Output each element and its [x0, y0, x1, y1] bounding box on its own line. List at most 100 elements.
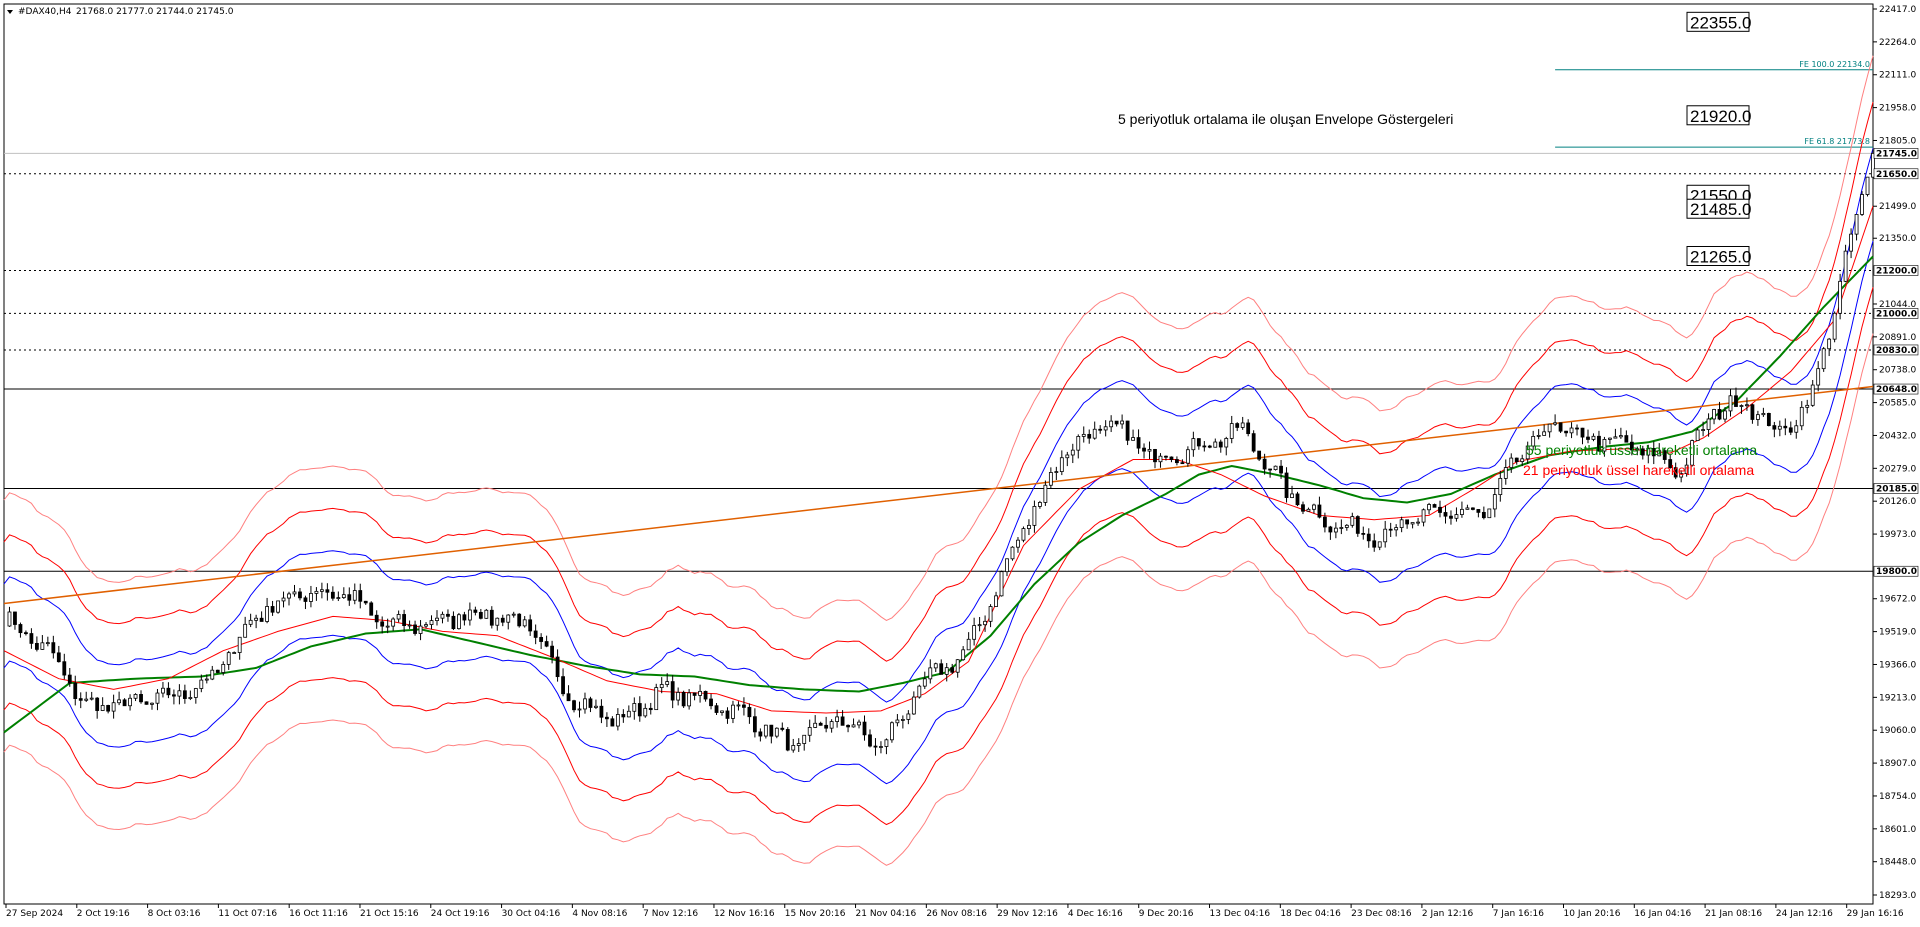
x-tick-label: 8 Oct 03:16 — [148, 909, 201, 919]
x-tick-label: 21 Jan 08:16 — [1705, 909, 1762, 919]
y-tick-label: 20891.0 — [1879, 333, 1916, 343]
candle-body — [435, 617, 439, 621]
candle-body — [1120, 420, 1125, 425]
candle-body — [1421, 509, 1426, 523]
chart-header: #DAX40,H4 21768.0 21777.0 21744.0 21745.… — [7, 7, 234, 17]
symbol-label: #DAX40,H4 — [18, 7, 72, 17]
candle-body — [106, 705, 111, 712]
candle-body — [594, 705, 598, 708]
candle-body — [1536, 434, 1541, 437]
candle-body — [824, 724, 829, 729]
candle-body — [347, 594, 352, 601]
candle-body — [703, 690, 708, 700]
candle-body — [610, 718, 615, 727]
candle-body — [994, 595, 998, 607]
candle-body — [336, 597, 341, 599]
x-tick-label: 16 Jan 04:16 — [1634, 909, 1691, 919]
candle-body — [1092, 428, 1097, 439]
candle-body — [528, 619, 533, 632]
candle-body — [1575, 427, 1579, 430]
price-tag-label: 21650.0 — [1876, 170, 1917, 180]
candle-body — [1432, 504, 1437, 508]
candle-body — [1312, 504, 1316, 510]
candle-body — [1207, 445, 1212, 448]
candle-body — [1816, 368, 1821, 386]
x-tick-label: 29 Nov 12:16 — [997, 909, 1058, 919]
candle-body — [873, 745, 878, 748]
candle-body — [139, 694, 143, 703]
candle-body — [440, 613, 445, 619]
candle-body — [626, 710, 631, 718]
price-chart: FE 100.0 22134.0 FE 61.8 21773.8 22417.0 2… — [0, 0, 1920, 927]
candle-body — [418, 625, 423, 634]
candle-body — [380, 621, 385, 627]
candle-body — [1476, 509, 1481, 513]
candle-body — [226, 652, 231, 665]
candle-body — [583, 698, 587, 710]
candle-body — [478, 611, 483, 619]
candle-body — [999, 571, 1004, 597]
y-tick-label: 18907.0 — [1879, 759, 1916, 769]
candle-body — [292, 591, 297, 595]
candle-body — [1306, 508, 1311, 512]
candle-body — [1027, 524, 1031, 529]
candle-body — [785, 729, 790, 751]
candle-body — [1405, 519, 1410, 525]
candle-body — [1142, 447, 1146, 452]
x-tick-label: 21 Nov 04:16 — [856, 909, 917, 919]
candle-body — [281, 597, 286, 602]
candle-body — [911, 696, 916, 715]
x-tick-label: 16 Oct 11:16 — [289, 909, 348, 919]
candle-body — [128, 697, 132, 707]
candle-body — [829, 721, 834, 729]
candle-body — [1361, 532, 1366, 535]
x-tick-label: 4 Nov 08:16 — [572, 909, 627, 919]
candle-body — [665, 681, 670, 685]
candle-body — [922, 678, 927, 687]
candle-body — [961, 649, 966, 661]
y-tick-label: 20126.0 — [1879, 497, 1916, 507]
candle-body — [467, 609, 472, 621]
candle-body — [1427, 504, 1431, 511]
candle-body — [1323, 516, 1327, 528]
candle-body — [774, 727, 779, 737]
candle-body — [500, 617, 505, 623]
level-box-label: 21485.0 — [1690, 200, 1751, 219]
candle-body — [1492, 494, 1497, 510]
candle-body — [1514, 457, 1519, 462]
candle-body — [1372, 540, 1377, 548]
candle-body — [944, 667, 949, 675]
candle-body — [1849, 233, 1853, 252]
candle-body — [1487, 508, 1492, 519]
candle-body — [1739, 405, 1744, 407]
candle-body — [111, 702, 116, 712]
x-tick-label: 24 Oct 19:16 — [431, 909, 490, 919]
candle-body — [742, 704, 746, 708]
candle-body — [1481, 511, 1486, 519]
y-tick-label: 19973.0 — [1879, 530, 1916, 540]
candle-body — [1235, 423, 1240, 428]
candle-body — [363, 600, 368, 604]
candle-body — [846, 724, 850, 728]
candle-body — [917, 685, 922, 698]
x-tick-label: 12 Nov 16:16 — [714, 909, 775, 919]
candle-body — [796, 743, 801, 746]
candle-body — [725, 710, 730, 719]
x-tick-label: 15 Nov 20:16 — [785, 909, 846, 919]
x-tick-label: 26 Nov 08:16 — [926, 909, 987, 919]
candle-body — [89, 697, 94, 700]
candle-body — [1131, 437, 1135, 441]
y-tick-label: 19366.0 — [1879, 660, 1916, 670]
price-tag-label: 21000.0 — [1876, 309, 1917, 319]
candle-body — [1202, 445, 1207, 448]
candle-body — [928, 667, 933, 680]
candle-body — [1169, 456, 1174, 460]
candle-body — [1783, 425, 1788, 429]
candle-body — [1569, 427, 1574, 434]
candle-body — [1460, 508, 1464, 515]
candle-body — [561, 676, 565, 695]
candle-body — [330, 591, 335, 599]
candle-body — [133, 694, 138, 699]
candle-body — [736, 704, 741, 707]
candle-body — [1564, 430, 1568, 434]
